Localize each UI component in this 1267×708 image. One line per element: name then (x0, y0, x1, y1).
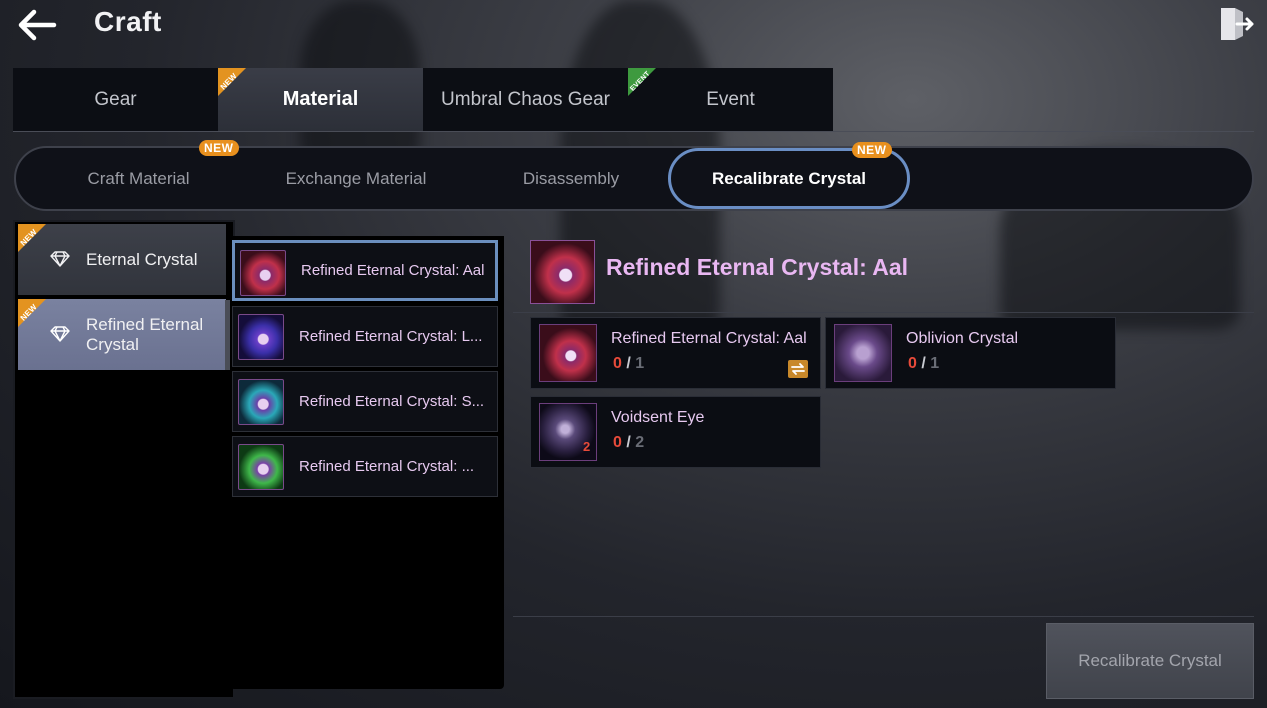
tab-gear[interactable]: Gear (13, 68, 218, 131)
crystal-icon (238, 444, 284, 490)
subtab-disassembly[interactable]: Disassembly (506, 148, 636, 209)
crystal-icon (530, 240, 595, 304)
diamond-icon (50, 326, 70, 342)
subtab-craft-material[interactable]: Craft Material NEW (56, 140, 239, 209)
tab-event[interactable]: EVENT Event (628, 68, 833, 131)
stack-count: 2 (583, 439, 591, 454)
new-ribbon: NEW (218, 68, 252, 102)
category-label: Refined Eternal Crystal (86, 314, 204, 354)
crystal-icon (240, 250, 286, 296)
material-name: Oblivion Crystal (906, 330, 1019, 347)
new-ribbon: NEW (18, 299, 50, 331)
material-quantity: 0 / 2 (613, 434, 645, 451)
recipe-label: Refined Eternal Crystal: ... (299, 458, 475, 475)
material-name: Voidsent Eye (611, 409, 705, 426)
back-button[interactable] (14, 6, 62, 44)
crystal-icon (238, 379, 284, 425)
tab-label: Material (282, 88, 359, 110)
divider (513, 312, 1254, 313)
new-badge: NEW (852, 142, 892, 158)
subtab-exchange-material[interactable]: Exchange Material (266, 148, 446, 209)
diamond-icon (50, 251, 70, 267)
tab-material[interactable]: NEW Material (218, 68, 423, 131)
new-badge: NEW (199, 140, 239, 156)
crystal-icon (238, 314, 284, 360)
main-tabs: Gear NEW Material Umbral Chaos Gear EVEN… (13, 68, 833, 131)
arrow-left-icon (18, 9, 57, 41)
tab-label: Event (706, 88, 755, 110)
oblivion-crystal-icon (834, 324, 892, 382)
recalibrate-crystal-button[interactable]: Recalibrate Crystal (1046, 623, 1254, 699)
tab-umbral-chaos-gear[interactable]: Umbral Chaos Gear (423, 68, 628, 131)
recipe-label: Refined Eternal Crystal: Aal (301, 262, 485, 279)
subtab-label: Recalibrate Crystal (711, 168, 867, 188)
divider (513, 616, 1254, 617)
event-ribbon: EVENT (628, 68, 662, 102)
recipe-list: Refined Eternal Crystal: Aal Refined Ete… (230, 236, 504, 689)
recipe-item[interactable]: Refined Eternal Crystal: ... (232, 436, 498, 497)
crystal-icon (539, 324, 597, 382)
recipe-item[interactable]: Refined Eternal Crystal: L... (232, 306, 498, 367)
material-card[interactable]: Refined Eternal Crystal: Aal 0 / 1 (530, 317, 821, 389)
page-title: Craft (94, 6, 162, 37)
exit-button[interactable] (1215, 4, 1255, 44)
category-refined-eternal-crystal[interactable]: NEW Refined Eternal Crystal (18, 299, 226, 370)
recipe-label: Refined Eternal Crystal: S... (299, 393, 485, 410)
subtab-label: Exchange Material (285, 168, 427, 188)
recipe-label: Refined Eternal Crystal: L... (299, 328, 483, 345)
swap-button[interactable] (788, 360, 808, 378)
new-ribbon: NEW (18, 224, 50, 256)
tab-label: Gear (94, 88, 137, 110)
category-eternal-crystal[interactable]: NEW Eternal Crystal (18, 224, 226, 295)
material-card[interactable]: 2 Voidsent Eye 0 / 2 (530, 396, 821, 468)
category-label: Eternal Crystal (86, 249, 198, 269)
material-name: Refined Eternal Crystal: Aal (611, 330, 807, 347)
material-quantity: 0 / 1 (908, 355, 940, 372)
sub-tabs: Craft Material NEW Exchange Material Dis… (14, 140, 1254, 211)
tab-label: Umbral Chaos Gear (441, 88, 610, 110)
exit-door-icon (1221, 8, 1254, 40)
subtab-label: Disassembly (522, 168, 620, 188)
subtab-recalibrate-crystal[interactable]: Recalibrate Crystal NEW (668, 142, 910, 209)
material-card[interactable]: Oblivion Crystal 0 / 1 (825, 317, 1116, 389)
swap-icon (791, 363, 805, 375)
recipe-item[interactable]: Refined Eternal Crystal: Aal (232, 240, 498, 301)
divider (13, 131, 1254, 132)
detail-title: Refined Eternal Crystal: Aal (606, 254, 909, 280)
recipe-item[interactable]: Refined Eternal Crystal: S... (232, 371, 498, 432)
material-quantity: 0 / 1 (613, 355, 645, 372)
subtab-label: Craft Material (87, 168, 190, 188)
category-list: NEW Eternal Crystal NEW Refined Eternal … (13, 220, 235, 699)
